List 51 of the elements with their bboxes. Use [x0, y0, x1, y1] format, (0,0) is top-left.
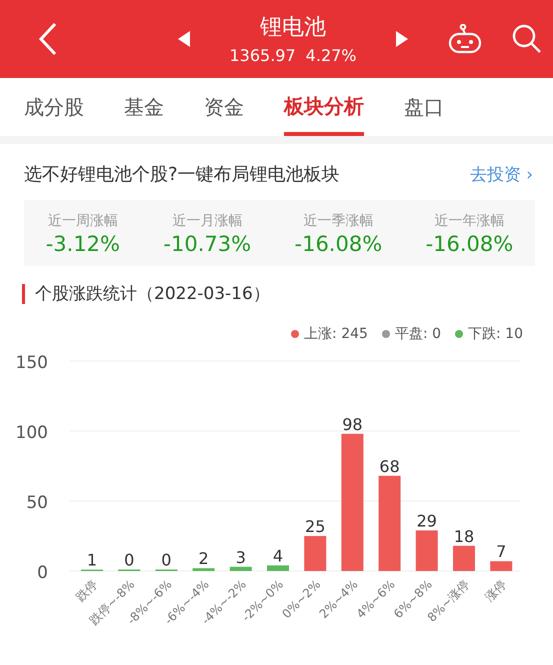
bar: [490, 561, 512, 571]
section-title: 个股涨跌统计（2022-03-16）: [35, 283, 270, 305]
index-change: 4.27%: [306, 46, 356, 64]
data-label: 0: [161, 550, 172, 570]
previous-icon[interactable]: [178, 31, 190, 47]
data-label: 18: [454, 526, 474, 546]
promo-text: 选不好锂电池个股?一键布局锂电池板块: [24, 163, 340, 186]
y-tick-label: 100: [16, 423, 48, 443]
tab[interactable]: 资金: [204, 78, 244, 136]
bar: [304, 536, 326, 571]
bar: [230, 566, 252, 571]
back-icon[interactable]: [38, 22, 58, 56]
tab[interactable]: 盘口: [404, 78, 444, 136]
bar: [267, 565, 289, 571]
legend-label: 下跌: 10: [468, 325, 523, 343]
x-axis-label: 跌停: [73, 577, 100, 604]
stat-label: 近一月涨幅: [172, 212, 242, 230]
data-label: 4: [272, 546, 284, 566]
data-label: 29: [416, 511, 437, 530]
bar: [416, 530, 438, 571]
x-axis-label: 涨停: [482, 577, 510, 604]
stat-value: -16.08%: [294, 232, 382, 256]
section-marker: [22, 284, 25, 304]
stat-value: -16.08%: [426, 232, 514, 256]
bar: [192, 568, 215, 571]
y-tick-label: 150: [16, 353, 48, 373]
bar: [453, 546, 475, 571]
data-label: 2: [198, 549, 209, 568]
tab[interactable]: 成分股: [24, 78, 84, 136]
legend-label: 平盘: 0: [394, 325, 442, 343]
tab[interactable]: 基金: [124, 78, 164, 136]
y-tick-label: 50: [26, 493, 48, 513]
data-label: 25: [305, 517, 326, 536]
stat-label: 近一年涨幅: [434, 212, 504, 230]
search-icon[interactable]: [512, 24, 542, 54]
index-title: 锂电池: [260, 14, 326, 42]
next-icon[interactable]: [396, 31, 408, 47]
stat-value: -10.73%: [163, 232, 252, 256]
data-label: 68: [379, 456, 400, 476]
stat-label: 近一季涨幅: [303, 212, 374, 230]
data-label: 98: [342, 414, 363, 434]
stat-value: -3.12%: [46, 232, 120, 256]
data-label: 3: [236, 548, 246, 567]
index-price: 1365.97: [230, 46, 296, 64]
data-label: 0: [124, 550, 134, 570]
stat-label: 近一周涨幅: [48, 212, 118, 230]
y-tick-label: 0: [37, 563, 48, 583]
data-label: 1: [86, 550, 98, 570]
data-label: 7: [496, 542, 506, 562]
robot-icon[interactable]: [448, 24, 482, 54]
legend-label: 上涨: 245: [304, 325, 368, 343]
